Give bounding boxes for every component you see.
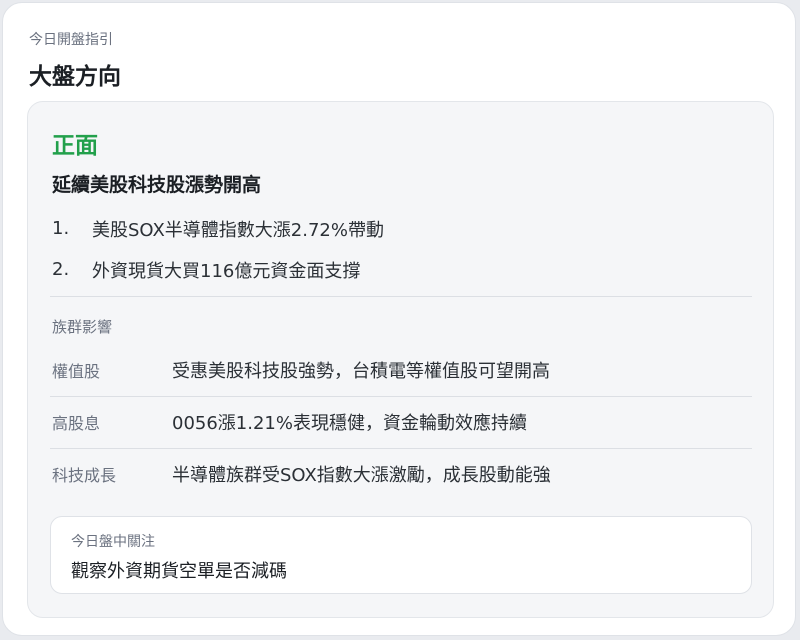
sector-name: 科技成長: [52, 466, 117, 485]
reason-text: 美股SOX半導體指數大漲2.72%帶動: [92, 219, 384, 241]
reason-text: 外資現貨大買116億元資金面支撐: [92, 260, 361, 282]
sector-row-high-dividend: 高股息 0056漲1.21%表現穩健，資金輪動效應持續: [50, 396, 752, 448]
card-eyebrow: 今日開盤指引: [29, 32, 113, 48]
sector-name: 權值股: [52, 362, 101, 381]
sector-name: 高股息: [52, 414, 101, 433]
outlook-panel: 正面 延續美股科技股漲勢開高 1. 美股SOX半導體指數大漲2.72%帶動 2.…: [27, 101, 774, 618]
card-title: 大盤方向: [29, 64, 121, 90]
reason-number: 2.: [52, 259, 70, 280]
sector-description: 0056漲1.21%表現穩健，資金輪動效應持續: [172, 413, 527, 434]
reason-item: 2. 外資現貨大買116億元資金面支撐: [52, 249, 752, 290]
sector-row-tech-growth: 科技成長 半導體族群受SOX指數大漲激勵，成長股動能強: [50, 448, 752, 500]
reason-number: 1.: [52, 218, 70, 239]
sentiment-label: 正面: [52, 133, 98, 159]
outlook-headline: 延續美股科技股漲勢開高: [52, 174, 262, 196]
focus-label: 今日盤中關注: [71, 534, 155, 550]
sector-description: 受惠美股科技股強勢，台積電等權值股可望開高: [172, 361, 550, 382]
market-direction-card: 今日開盤指引 大盤方向 正面 延續美股科技股漲勢開高 1. 美股SOX半導體指數…: [2, 2, 796, 636]
sector-description: 半導體族群受SOX指數大漲激勵，成長股動能強: [172, 465, 551, 486]
reason-item: 1. 美股SOX半導體指數大漲2.72%帶動: [52, 208, 752, 249]
sector-impact-heading: 族群影響: [52, 318, 113, 336]
reason-list: 1. 美股SOX半導體指數大漲2.72%帶動 2. 外資現貨大買116億元資金面…: [52, 208, 752, 290]
focus-text: 觀察外資期貨空單是否減碼: [71, 561, 287, 582]
intraday-focus-box: 今日盤中關注 觀察外資期貨空單是否減碼: [50, 516, 752, 594]
divider: [50, 296, 752, 297]
sector-row-weighted-stocks: 權值股 受惠美股科技股強勢，台積電等權值股可望開高: [50, 344, 752, 396]
